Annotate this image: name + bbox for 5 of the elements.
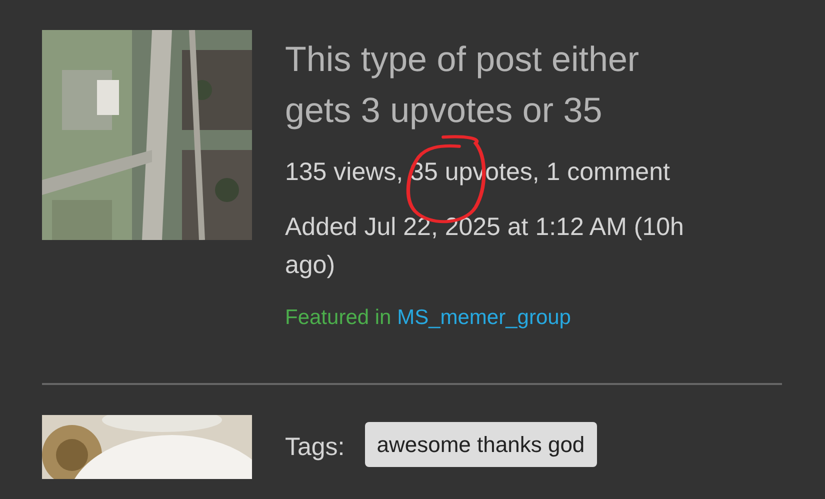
group-link[interactable]: MS_memer_group <box>397 306 571 328</box>
tag-chip[interactable]: awesome thanks god <box>364 422 597 467</box>
tags-label: Tags: <box>285 432 345 463</box>
post-title[interactable]: This type of post either gets 3 upvotes or 35 <box>285 34 710 136</box>
featured-label: Featured in <box>285 306 392 328</box>
